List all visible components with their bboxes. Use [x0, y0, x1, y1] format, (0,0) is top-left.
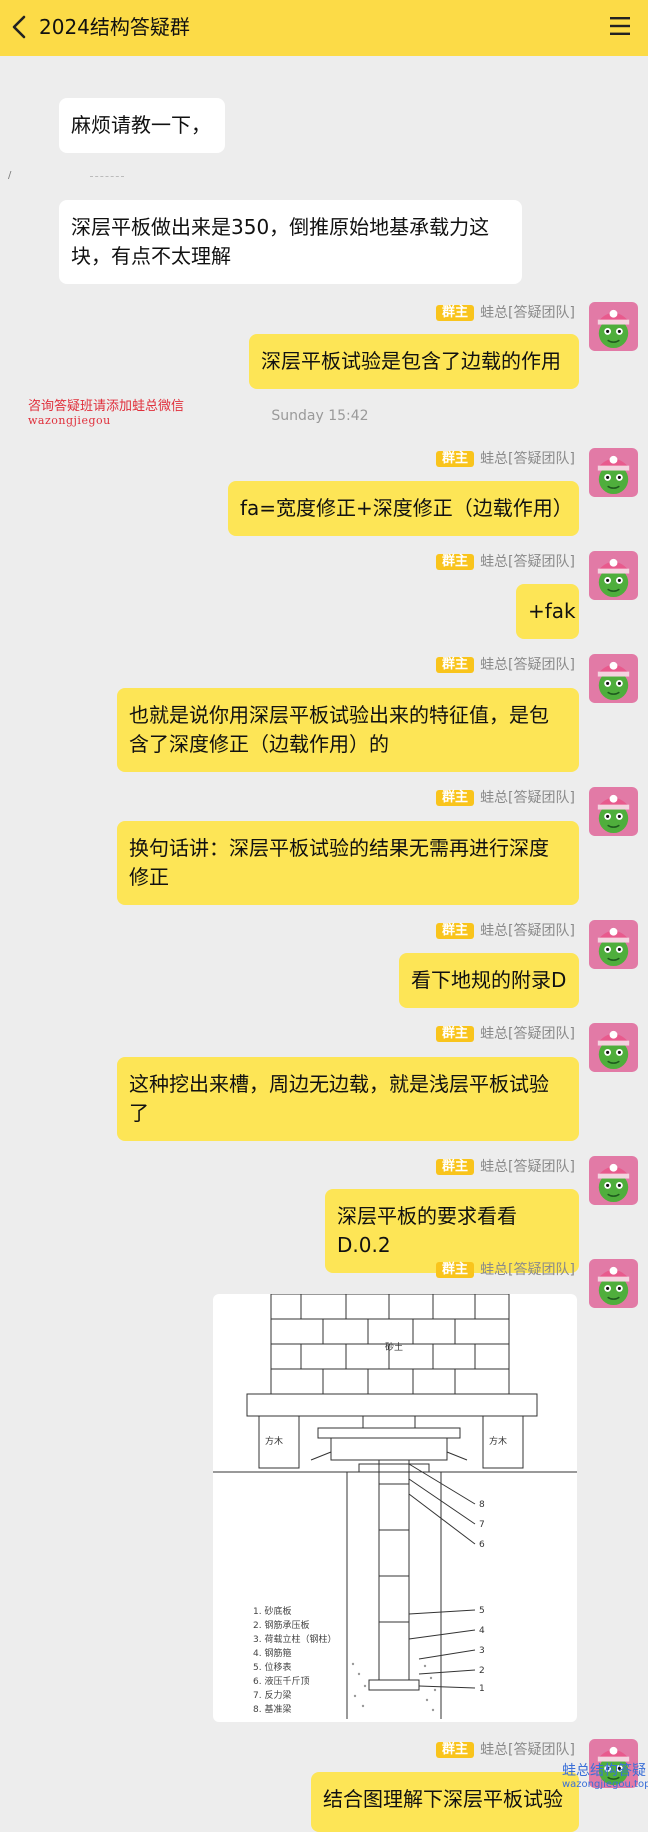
- avatar-icon[interactable]: [589, 302, 638, 351]
- avatar-icon[interactable]: [589, 1023, 638, 1072]
- diagram-legend-item: 5. 位移表: [253, 1661, 291, 1673]
- sender-name: 蛙总[答疑团队]: [480, 1262, 575, 1278]
- sender-name: 蛙总[答疑团队]: [480, 1159, 575, 1175]
- sender-info: 群主 蛙总[答疑团队]: [436, 1025, 575, 1043]
- sender-name: 蛙总[答疑团队]: [480, 554, 575, 570]
- sender-name: 蛙总[答疑团队]: [480, 923, 575, 939]
- message-bubble-outgoing[interactable]: 换句话讲：深层平板试验的结果无需再进行深度修正: [117, 821, 579, 905]
- message-bubble-outgoing[interactable]: +fak: [516, 584, 579, 639]
- owner-badge: 群主: [436, 657, 475, 673]
- image-message-diagram[interactable]: 砂土 方木 方木 8 7 6 5 4 3 2 1 1. 砂底板 2. 钢筋承压板…: [213, 1294, 577, 1722]
- stray-mark: /: [8, 170, 12, 181]
- message-bubble-incoming[interactable]: 深层平板做出来是350，倒推原始地基承载力这块，有点不太理解: [59, 200, 522, 284]
- diagram-legend-item: 6. 液压千斤顶: [253, 1675, 309, 1687]
- message-bubble-outgoing[interactable]: fa=宽度修正+深度修正（边载作用）: [228, 481, 579, 536]
- watermark-site: 蛙总结构答疑 wazongjiegou.top: [562, 1763, 648, 1791]
- diagram-legend-item: 2. 钢筋承压板: [253, 1619, 309, 1631]
- avatar-icon[interactable]: [589, 551, 638, 600]
- stray-mark: [90, 176, 124, 177]
- owner-badge: 群主: [436, 1026, 475, 1042]
- sender-name: 蛙总[答疑团队]: [480, 451, 575, 467]
- message-bubble-incoming[interactable]: 麻烦请教一下，: [59, 98, 225, 153]
- diagram-legend-item: 4. 钢筋箍: [253, 1647, 291, 1659]
- sender-info: 群主 蛙总[答疑团队]: [436, 304, 575, 322]
- avatar-icon[interactable]: [589, 654, 638, 703]
- diagram-legend-item: 8. 基准梁: [253, 1703, 291, 1715]
- chat-title: 2024结构答疑群: [39, 15, 190, 39]
- owner-badge: 群主: [436, 554, 475, 570]
- owner-badge: 群主: [436, 1159, 475, 1175]
- owner-badge: 群主: [436, 923, 475, 939]
- sender-name: 蛙总[答疑团队]: [480, 305, 575, 321]
- diagram-callout: 8: [479, 1500, 485, 1510]
- avatar-icon[interactable]: [589, 448, 638, 497]
- message-bubble-outgoing[interactable]: 结合图理解下深层平板试验: [311, 1772, 579, 1832]
- diagram-callout: 5: [479, 1606, 485, 1616]
- sender-info: 群主 蛙总[答疑团队]: [436, 450, 575, 468]
- plate-load-test-diagram: 砂土 方木 方木 8 7 6 5 4 3 2 1 1. 砂底板 2. 钢筋承压板…: [213, 1294, 577, 1719]
- sender-info: 群主 蛙总[答疑团队]: [436, 656, 575, 674]
- sender-info: 群主 蛙总[答疑团队]: [436, 1261, 575, 1279]
- diagram-callout: 7: [479, 1520, 485, 1530]
- owner-badge: 群主: [436, 1742, 475, 1758]
- avatar-icon[interactable]: [589, 1156, 638, 1205]
- message-bubble-outgoing[interactable]: 也就是说你用深层平板试验出来的特征值，是包含了深度修正（边载作用）的: [117, 688, 579, 772]
- diagram-callout: 1: [479, 1684, 485, 1694]
- sender-info: 群主 蛙总[答疑团队]: [436, 1741, 575, 1759]
- sender-info: 群主 蛙总[答疑团队]: [436, 789, 575, 807]
- sender-name: 蛙总[答疑团队]: [480, 790, 575, 806]
- message-bubble-outgoing[interactable]: 看下地规的附录D: [399, 953, 579, 1008]
- sender-name: 蛙总[答疑团队]: [480, 1742, 575, 1758]
- diagram-legend-item: 3. 荷载立柱（钢柱）: [253, 1633, 336, 1645]
- sender-info: 群主 蛙总[答疑团队]: [436, 922, 575, 940]
- owner-badge: 群主: [436, 790, 475, 806]
- owner-badge: 群主: [436, 305, 475, 321]
- message-bubble-outgoing[interactable]: 深层平板试验是包含了边载的作用: [249, 334, 579, 389]
- diagram-callout: 2: [479, 1666, 485, 1676]
- sender-info: 群主 蛙总[答疑团队]: [436, 553, 575, 571]
- watermark-line: 蛙总结构答疑: [562, 1763, 646, 1779]
- avatar-icon[interactable]: [589, 787, 638, 836]
- back-arrow-icon[interactable]: [6, 12, 34, 42]
- diagram-label-left: 方木: [265, 1435, 283, 1447]
- diagram-legend-item: 7. 反力梁: [253, 1689, 291, 1701]
- diagram-legend-item: 1. 砂底板: [253, 1605, 291, 1617]
- watermark-line: wazongjiegou.top: [562, 1779, 648, 1790]
- diagram-callout: 3: [479, 1646, 485, 1656]
- diagram-callout: 6: [479, 1540, 485, 1550]
- menu-icon[interactable]: [608, 14, 632, 38]
- avatar-icon[interactable]: [589, 1259, 638, 1308]
- diagram-label-center: 砂土: [385, 1341, 403, 1353]
- diagram-label-right: 方木: [489, 1435, 507, 1447]
- avatar-icon[interactable]: [589, 920, 638, 969]
- sender-name: 蛙总[答疑团队]: [480, 657, 575, 673]
- owner-badge: 群主: [436, 1262, 475, 1278]
- header-bar: 2024结构答疑群: [0, 0, 648, 56]
- timestamp: Sunday 15:42: [271, 408, 369, 424]
- owner-badge: 群主: [436, 451, 475, 467]
- sender-info: 群主 蛙总[答疑团队]: [436, 1158, 575, 1176]
- diagram-callout: 4: [479, 1626, 485, 1636]
- message-bubble-outgoing[interactable]: 这种挖出来槽，周边无边载，就是浅层平板试验了: [117, 1057, 579, 1141]
- sender-name: 蛙总[答疑团队]: [480, 1026, 575, 1042]
